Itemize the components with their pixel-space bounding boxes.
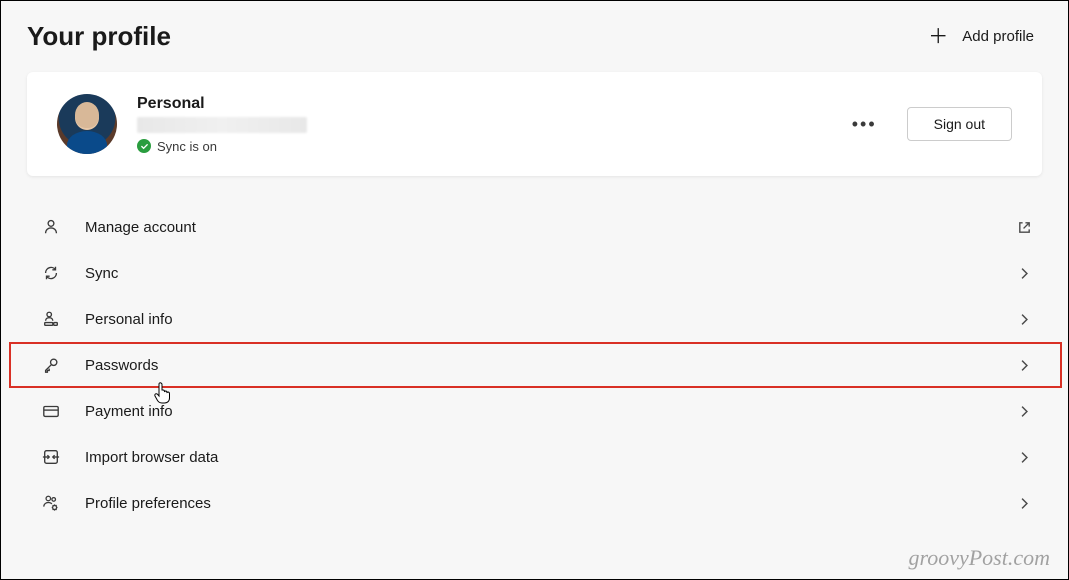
sync-status: Sync is on <box>137 139 822 154</box>
chevron-right-icon <box>1016 311 1032 327</box>
sync-status-label: Sync is on <box>157 139 217 154</box>
avatar <box>57 94 117 154</box>
sync-item[interactable]: Sync <box>27 250 1042 296</box>
profile-email-redacted <box>137 117 307 133</box>
sync-icon <box>41 263 61 283</box>
profile-preferences-label: Profile preferences <box>85 495 992 512</box>
chevron-right-icon <box>1016 403 1032 419</box>
sync-label: Sync <box>85 265 992 282</box>
manage-account-item[interactable]: Manage account <box>27 204 1042 250</box>
people-gear-icon <box>41 493 61 513</box>
chevron-right-icon <box>1016 495 1032 511</box>
import-browser-data-label: Import browser data <box>85 449 992 466</box>
manage-account-label: Manage account <box>85 219 992 236</box>
settings-list: Manage account Sync <box>27 204 1042 526</box>
personal-info-item[interactable]: Personal info <box>27 296 1042 342</box>
passwords-label: Passwords <box>85 357 992 374</box>
add-profile-button[interactable]: ＋ Add profile <box>920 23 1042 51</box>
key-icon <box>41 355 61 375</box>
more-options-button[interactable]: ••• <box>842 108 887 141</box>
import-icon <box>41 447 61 467</box>
payment-info-label: Payment info <box>85 403 992 420</box>
add-profile-label: Add profile <box>962 28 1034 45</box>
chevron-right-icon <box>1016 357 1032 373</box>
chevron-right-icon <box>1016 449 1032 465</box>
profile-name: Personal <box>137 95 822 113</box>
plus-icon: ＋ <box>928 27 948 47</box>
profile-card: Personal Sync is on ••• Sign out <box>27 72 1042 176</box>
card-icon <box>41 401 61 421</box>
external-link-icon <box>1016 219 1032 235</box>
checkmark-icon <box>137 139 151 153</box>
profile-preferences-item[interactable]: Profile preferences <box>27 480 1042 526</box>
passwords-item[interactable]: Passwords <box>9 342 1062 388</box>
personal-info-label: Personal info <box>85 311 992 328</box>
personal-info-icon <box>41 309 61 329</box>
payment-info-item[interactable]: Payment info <box>27 388 1042 434</box>
person-icon <box>41 217 61 237</box>
profile-info: Personal Sync is on <box>137 95 822 154</box>
page-title: Your profile <box>27 21 171 52</box>
sign-out-button[interactable]: Sign out <box>907 107 1012 141</box>
watermark: groovyPost.com <box>908 545 1050 571</box>
import-browser-data-item[interactable]: Import browser data <box>27 434 1042 480</box>
chevron-right-icon <box>1016 265 1032 281</box>
